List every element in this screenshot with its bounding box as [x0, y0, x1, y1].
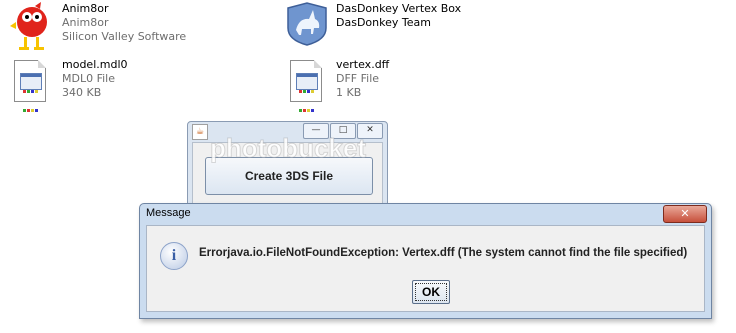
- info-icon: i: [160, 242, 188, 270]
- dialog-title: Message: [146, 207, 191, 219]
- file-detail: Anim8or: [62, 16, 109, 29]
- java-cup-icon: ☕: [192, 124, 208, 140]
- app-title-bar[interactable]: ☕ — □ ✕: [188, 122, 387, 140]
- app-client-area: Create 3DS File: [192, 142, 383, 206]
- dialog-title-bar[interactable]: Message ✕: [140, 204, 711, 224]
- file-vertex-dff[interactable]: vertex.dff DFF File 1 KB: [284, 58, 390, 112]
- document-icon: [8, 58, 54, 112]
- close-button[interactable]: ✕: [357, 123, 383, 139]
- file-model-mdl0[interactable]: model.mdl0 MDL0 File 340 KB: [8, 58, 128, 112]
- message-dialog: Message ✕ i Errorjava.io.FileNotFoundExc…: [139, 203, 712, 319]
- file-dasdonkey[interactable]: DasDonkey Vertex Box DasDonkey Team: [284, 2, 461, 54]
- ok-button[interactable]: OK: [412, 280, 450, 304]
- dialog-body: i Errorjava.io.FileNotFoundException: Ve…: [146, 225, 705, 312]
- file-size: 1 KB: [336, 86, 362, 99]
- file-type: DFF File: [336, 72, 380, 85]
- document-icon: [284, 58, 330, 112]
- file-publisher: Silicon Valley Software: [62, 30, 187, 43]
- minimize-button[interactable]: —: [303, 123, 329, 139]
- app-window: ☕ — □ ✕ Create 3DS File: [187, 121, 388, 207]
- maximize-button[interactable]: □: [330, 123, 356, 139]
- donkey-shield-icon: [284, 2, 330, 54]
- error-message: Errorjava.io.FileNotFoundException: Vert…: [199, 247, 688, 259]
- file-publisher: DasDonkey Team: [336, 16, 431, 29]
- dialog-close-button[interactable]: ✕: [663, 205, 707, 223]
- file-name: DasDonkey Vertex Box: [336, 2, 462, 15]
- file-size: 340 KB: [62, 86, 102, 99]
- file-type: MDL0 File: [62, 72, 115, 85]
- file-name: model.mdl0: [62, 58, 128, 71]
- file-name: vertex.dff: [336, 58, 390, 71]
- anim8or-bird-icon: [8, 2, 54, 54]
- create-3ds-button[interactable]: Create 3DS File: [205, 157, 373, 195]
- file-anim8or[interactable]: Anim8or Anim8or Silicon Valley Software: [8, 2, 186, 54]
- file-name: Anim8or: [62, 2, 109, 15]
